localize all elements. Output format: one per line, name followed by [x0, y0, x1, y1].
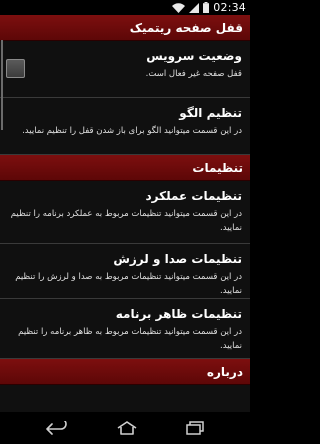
battery-icon — [203, 2, 210, 13]
preference-list[interactable]: قفل صفحه ریتمیک وضعیت سرویس قفل صفحه غیر… — [0, 15, 250, 412]
section-header-lock: قفل صفحه ریتمیک — [0, 15, 250, 41]
back-icon[interactable] — [45, 421, 69, 435]
performance-settings-title: تنظیمات عملکرد — [145, 189, 242, 203]
wifi-icon — [172, 2, 186, 13]
status-bar: 02:34 — [0, 0, 250, 15]
scrollbar-thumb[interactable] — [1, 40, 3, 130]
service-status-item[interactable]: وضعیت سرویس قفل صفحه غیر فعال است. — [0, 41, 250, 98]
recent-apps-icon[interactable] — [185, 421, 205, 435]
status-time: 02:34 — [213, 1, 246, 14]
screen: 02:34 قفل صفحه ریتمیک وضعیت سرویس قفل صف… — [0, 0, 250, 444]
set-pattern-item[interactable]: تنظیم الگو در این قسمت میتوانید الگو برا… — [0, 98, 250, 155]
service-status-title: وضعیت سرویس — [146, 49, 242, 63]
performance-settings-summary: در این قسمت میتوانید تنظیمات مربوط به عم… — [10, 209, 242, 233]
section-header-about: درباره — [0, 359, 250, 385]
set-pattern-summary: در این قسمت میتوانید الگو برای باز شدن ق… — [22, 126, 242, 136]
signal-icon — [189, 2, 200, 13]
appearance-settings-summary: در این قسمت میتوانید تنظیمات مربوط به ظا… — [18, 327, 242, 351]
appearance-settings-title: تنظیمات ظاهر برنامه — [115, 307, 242, 321]
sound-vibration-title: تنظیمات صدا و لرزش — [113, 252, 242, 266]
home-icon[interactable] — [116, 421, 138, 435]
sound-vibration-summary: در این قسمت میتوانید تنظیمات مربوط به صد… — [15, 272, 242, 296]
service-status-summary: قفل صفحه غیر فعال است. — [145, 69, 242, 79]
appearance-settings-item[interactable]: تنظیمات ظاهر برنامه در این قسمت میتوانید… — [0, 299, 250, 359]
service-status-checkbox[interactable] — [6, 59, 25, 78]
sound-vibration-item[interactable]: تنظیمات صدا و لرزش در این قسمت میتوانید … — [0, 244, 250, 299]
performance-settings-item[interactable]: تنظیمات عملکرد در این قسمت میتوانید تنظی… — [0, 181, 250, 244]
navigation-bar — [0, 412, 250, 444]
section-header-settings: تنظیمات — [0, 155, 250, 181]
about-item[interactable] — [0, 385, 250, 412]
set-pattern-title: تنظیم الگو — [179, 106, 242, 120]
